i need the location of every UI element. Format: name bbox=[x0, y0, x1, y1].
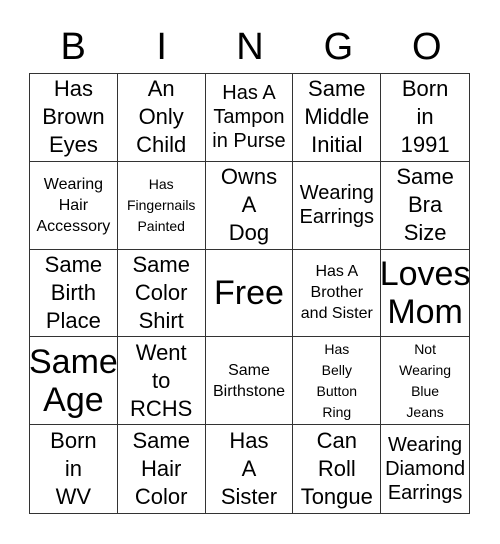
bingo-cell[interactable]: Same Hair Color bbox=[118, 425, 206, 513]
cell-label: Owns A Dog bbox=[220, 164, 278, 246]
bingo-cell[interactable]: Has A Sister bbox=[206, 425, 294, 513]
bingo-board: Has Brown Eyes An Only Child Has A Tampon … bbox=[29, 73, 470, 514]
header-letter-g: G bbox=[323, 26, 354, 68]
bingo-cell[interactable]: Has A Tampon in Purse bbox=[205, 74, 294, 162]
bingo-cell[interactable]: Loves Mom bbox=[381, 250, 469, 338]
cell-label: Has A Brother and Sister bbox=[300, 263, 373, 323]
cell-label: Went to RCHS bbox=[130, 339, 193, 421]
cell-label: Same Color Shirt bbox=[132, 251, 190, 333]
header-letter-o: O bbox=[412, 26, 442, 68]
cell-label: Same Bra Size bbox=[396, 164, 454, 246]
bingo-cell[interactable]: Wearing Diamond Earrings bbox=[381, 425, 469, 513]
cell-label: Born in 1991 bbox=[400, 76, 450, 158]
bingo-cell[interactable]: Same Bra Size bbox=[381, 162, 469, 250]
cell-label: Same Age bbox=[30, 342, 118, 419]
bingo-cell[interactable]: Wearing Hair Accessory bbox=[30, 161, 118, 250]
cell-label: Has A Tampon in Purse bbox=[212, 82, 286, 153]
cell-label: Same Birth Place bbox=[44, 251, 103, 333]
bingo-cell[interactable]: Not Wearing Blue Jeans bbox=[381, 337, 469, 426]
cell-label: Has Brown Eyes bbox=[42, 76, 105, 158]
cell-label: Has Belly Button Ring bbox=[316, 340, 358, 420]
cell-label: Has A Sister bbox=[220, 428, 278, 510]
bingo-cell[interactable]: Same Color Shirt bbox=[117, 249, 206, 338]
cell-label: Has Fingernails Painted bbox=[126, 175, 196, 234]
header-letter-i: I bbox=[156, 26, 167, 68]
cell-label: Loves Mom bbox=[381, 254, 469, 331]
cell-label: Not Wearing Blue Jeans bbox=[399, 340, 452, 420]
bingo-cell[interactable]: Same Birth Place bbox=[30, 249, 118, 338]
cell-label: Born in WV bbox=[50, 428, 97, 510]
bingo-cell[interactable]: Born in WV bbox=[30, 425, 118, 513]
bingo-cell[interactable]: Went to RCHS bbox=[117, 337, 206, 426]
bingo-cell[interactable]: Has Belly Button Ring bbox=[293, 337, 382, 426]
bingo-cell[interactable]: Same Age bbox=[30, 337, 118, 426]
bingo-cell[interactable]: Has Fingernails Painted bbox=[117, 161, 206, 250]
bingo-header: B I N G O bbox=[29, 22, 471, 72]
cell-label: An Only Child bbox=[136, 76, 187, 158]
free-space-cell[interactable]: Free bbox=[205, 249, 294, 338]
header-letter-b: B bbox=[60, 26, 86, 68]
bingo-cell[interactable]: Same Birthstone bbox=[205, 337, 294, 426]
bingo-cell[interactable]: Can Roll Tongue bbox=[293, 425, 382, 513]
bingo-cell[interactable]: Has Brown Eyes bbox=[30, 74, 118, 162]
cell-label: Free bbox=[214, 273, 284, 312]
cell-label: Can Roll Tongue bbox=[300, 428, 373, 510]
bingo-cell[interactable]: An Only Child bbox=[117, 74, 206, 162]
cell-label: Wearing Earrings bbox=[299, 182, 375, 229]
bingo-cell[interactable]: Has A Brother and Sister bbox=[293, 249, 382, 338]
bingo-cell[interactable]: Wearing Earrings bbox=[293, 161, 382, 250]
cell-label: Same Middle Initial bbox=[304, 76, 370, 158]
cell-label: Wearing Hair Accessory bbox=[36, 175, 111, 235]
cell-label: Same Birthstone bbox=[212, 361, 286, 400]
bingo-cell[interactable]: Owns A Dog bbox=[205, 161, 294, 250]
bingo-cell[interactable]: Born in 1991 bbox=[381, 74, 469, 162]
cell-label: Wearing Diamond Earrings bbox=[385, 434, 466, 505]
bingo-cell[interactable]: Same Middle Initial bbox=[293, 74, 382, 162]
header-letter-n: N bbox=[236, 26, 264, 68]
cell-label: Same Hair Color bbox=[132, 428, 190, 510]
